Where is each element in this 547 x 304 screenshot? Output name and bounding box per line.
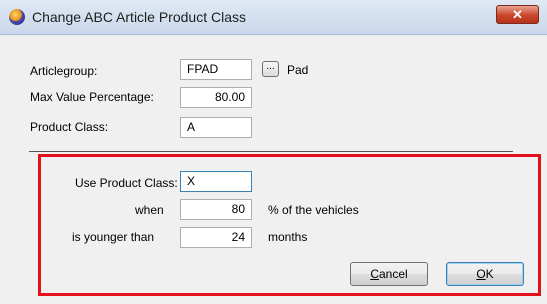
articlegroup-description: Pad [287, 63, 309, 77]
vehicle-percentage-input[interactable]: 80 [180, 199, 252, 220]
product-class-input[interactable]: A [180, 117, 252, 138]
browse-articlegroup-button[interactable]: ... [262, 61, 279, 77]
window-title: Change ABC Article Product Class [32, 9, 246, 25]
articlegroup-input[interactable]: FPAD [180, 59, 252, 80]
age-months-input[interactable]: 24 [180, 227, 252, 248]
product-class-label: Product Class: [30, 120, 109, 134]
articlegroup-label: Articlegroup: [30, 64, 98, 78]
ok-button-accelerator: O [476, 267, 486, 281]
vehicle-percentage-suffix: % of the vehicles [268, 203, 359, 217]
title-bar: Change ABC Article Product Class ✕ [0, 0, 547, 35]
use-product-class-label: Use Product Class: [75, 176, 178, 190]
cancel-button-label: ancel [378, 267, 408, 281]
section-divider [29, 151, 513, 152]
younger-than-label: is younger than [72, 230, 155, 244]
cancel-button-accelerator: C [370, 267, 379, 281]
when-label: when [135, 203, 164, 217]
close-button[interactable]: ✕ [496, 5, 539, 24]
ok-button[interactable]: OK [446, 262, 524, 286]
use-product-class-input[interactable]: X [180, 171, 252, 192]
app-logo-icon [9, 9, 25, 25]
months-suffix: months [268, 230, 308, 244]
max-value-percentage-input[interactable]: 80.00 [180, 87, 252, 108]
ok-button-label: K [485, 267, 494, 281]
max-value-percentage-label: Max Value Percentage: [30, 90, 154, 104]
cancel-button[interactable]: Cancel [350, 262, 428, 286]
